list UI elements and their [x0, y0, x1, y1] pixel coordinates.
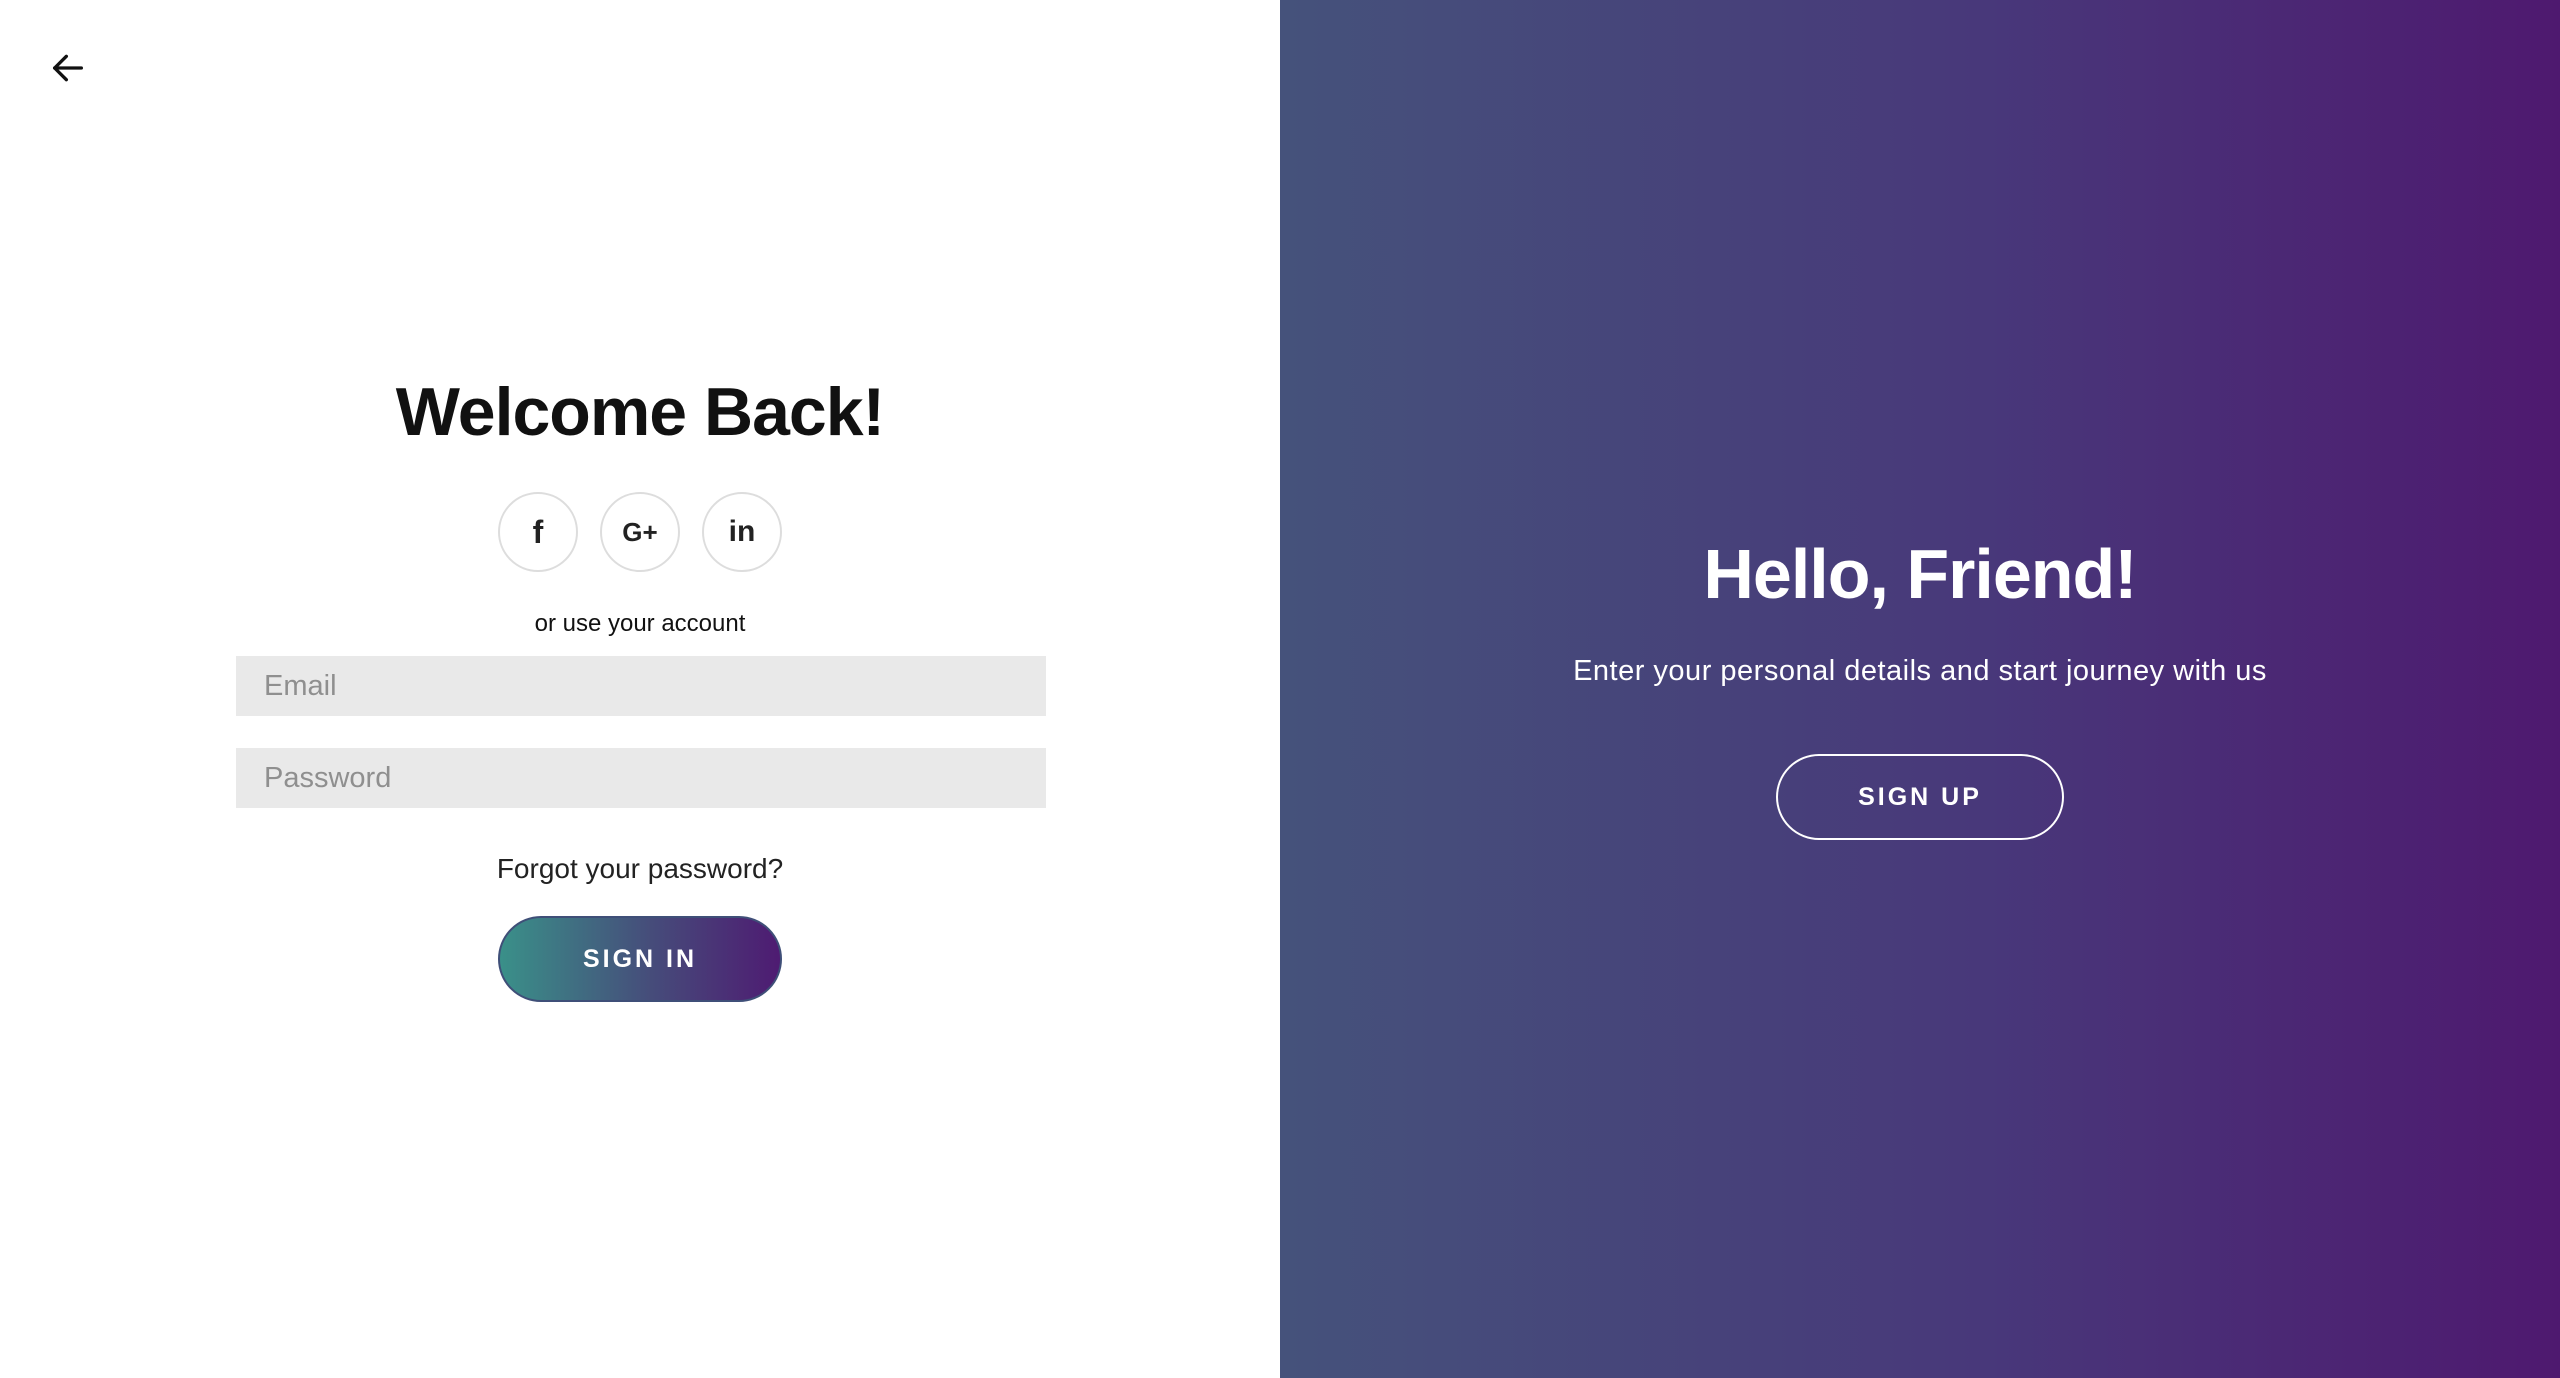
sign-up-button[interactable]: SIGN UP [1776, 754, 2064, 840]
forgot-password-link[interactable]: Forgot your password? [0, 853, 1280, 885]
linkedin-icon: in [728, 515, 756, 548]
social-login-row: f G+ in [0, 492, 1280, 572]
sign-in-button[interactable]: SIGN IN [498, 916, 782, 1002]
sign-in-panel: Welcome Back! f G+ in or use your accoun… [0, 0, 1280, 1378]
linkedin-button[interactable]: in [702, 492, 782, 572]
sign-up-subtitle: Enter your personal details and start jo… [1573, 655, 2267, 687]
arrow-left-icon [48, 48, 88, 93]
back-button[interactable] [44, 46, 92, 94]
auth-page: Welcome Back! f G+ in or use your accoun… [0, 0, 2560, 1378]
email-field[interactable] [236, 656, 1046, 716]
facebook-icon: f [532, 513, 544, 550]
password-field[interactable] [236, 748, 1046, 808]
sign-up-title: Hello, Friend! [1703, 535, 2137, 613]
google-plus-icon: G+ [622, 516, 658, 547]
alternate-login-text: or use your account [534, 610, 746, 637]
facebook-button[interactable]: f [498, 492, 578, 572]
google-plus-button[interactable]: G+ [600, 492, 680, 572]
sign-in-title: Welcome Back! [395, 374, 885, 450]
sign-up-panel: Hello, Friend! Enter your personal detai… [1280, 0, 2560, 1378]
